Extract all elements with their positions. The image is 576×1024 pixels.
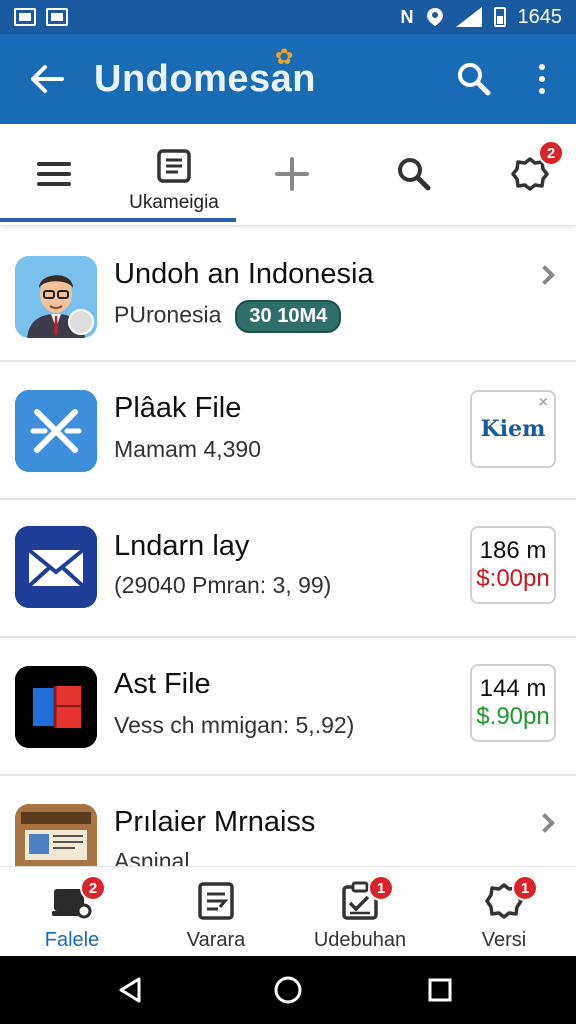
- system-home-button[interactable]: [238, 956, 338, 1024]
- price-button[interactable]: 144 m $.90pn: [470, 664, 556, 742]
- list-item[interactable]: Ast File Vess ch mmigan: 5,.92) 144 m $.…: [0, 638, 576, 776]
- system-nav-bar: [0, 956, 576, 1024]
- nav-item-falele[interactable]: 2 Falele: [0, 867, 144, 957]
- item-title: Plâak File: [114, 392, 242, 424]
- nav-badge: 1: [368, 875, 394, 901]
- nav-label: Varara: [186, 929, 246, 951]
- status-bar: N 1645: [0, 0, 576, 34]
- price-size: 144 m: [479, 675, 547, 702]
- nav-item-versi[interactable]: 1 Versi: [432, 867, 576, 957]
- nav-badge: 2: [80, 875, 106, 901]
- gallery-icon: [46, 8, 68, 26]
- kiem-button[interactable]: Kiem ×: [470, 390, 556, 468]
- item-subtitle: Vess ch mmigan: 5,.92): [114, 712, 355, 738]
- location-icon: [426, 8, 443, 26]
- add-button[interactable]: [256, 126, 328, 222]
- item-title: Prılaier Mrnaiss: [114, 806, 316, 838]
- document-icon: [198, 882, 234, 920]
- app-title: Undomesan ✿: [94, 43, 316, 100]
- chevron-right-icon: [535, 265, 555, 285]
- item-subtitle: PUronesia 30 10M4: [114, 300, 342, 333]
- item-pill: 30 10M4: [235, 300, 342, 333]
- document-icon: [157, 149, 191, 183]
- system-back-button[interactable]: [80, 956, 180, 1024]
- app-icon: [15, 804, 97, 866]
- back-button[interactable]: [0, 34, 94, 124]
- person-icon: [15, 256, 97, 338]
- close-icon[interactable]: ×: [539, 394, 548, 412]
- item-title: Lndarn lay: [114, 530, 250, 562]
- nfc-icon: N: [400, 6, 414, 27]
- settings-button[interactable]: 2: [494, 126, 566, 222]
- nav-label: Versi: [481, 929, 527, 951]
- item-subtitle: Asninal: [114, 848, 190, 866]
- nav-item-varara[interactable]: Varara: [144, 867, 288, 957]
- nav-label: Udebuhan: [313, 929, 407, 951]
- chevron-right-icon: [535, 813, 555, 833]
- arrow-left-icon: [31, 65, 64, 93]
- notification-icon: [14, 8, 36, 26]
- item-title: Ast File: [114, 668, 211, 700]
- more-vert-icon: [539, 64, 545, 94]
- tools-icon: [15, 390, 97, 472]
- item-subtitle: Mamam 4,390: [114, 436, 262, 462]
- list-item[interactable]: Lndarn lay (29040 Pmran: 3, 99) 186 m $:…: [0, 500, 576, 638]
- status-time: 1645: [517, 5, 563, 28]
- list-item[interactable]: Plâak File Mamam 4,390 Kiem ×: [0, 362, 576, 500]
- circle-home-icon: [274, 976, 302, 1004]
- app-icon: [15, 390, 97, 472]
- nav-label: Falele: [44, 929, 100, 951]
- tab-indicator: [0, 218, 236, 222]
- triangle-back-icon: [119, 977, 141, 1003]
- toolbar-search-button[interactable]: [378, 126, 450, 222]
- windows-icon: [15, 666, 97, 748]
- price-value: $:00pn: [476, 565, 550, 592]
- flower-icon: ✿: [275, 43, 294, 69]
- list-item[interactable]: Undoh an Indonesia PUronesia 30 10M4: [0, 232, 576, 362]
- battery-icon: [493, 7, 506, 27]
- mail-icon: [15, 526, 97, 608]
- signal-icon: [455, 7, 482, 27]
- search-button[interactable]: [440, 34, 508, 124]
- tab-ukameigia[interactable]: Ukameigia: [104, 126, 244, 222]
- bottom-nav: 2 Falele Varara 1 Udebuhan 1 Versi: [0, 866, 576, 956]
- app-bar: Undomesan ✿: [0, 34, 576, 124]
- app-icon: [15, 526, 97, 608]
- system-recents-button[interactable]: [390, 956, 490, 1024]
- menu-button[interactable]: [18, 126, 90, 222]
- search-icon: [458, 63, 491, 96]
- price-button[interactable]: 186 m $:00pn: [470, 526, 556, 604]
- app-icon: [15, 666, 97, 748]
- toolbar: Ukameigia 2: [0, 126, 576, 226]
- overflow-menu-button[interactable]: [508, 34, 576, 124]
- price-value: $.90pn: [476, 703, 550, 730]
- nav-item-udebuhan[interactable]: 1 Udebuhan: [288, 867, 432, 957]
- plus-icon: [275, 157, 309, 191]
- search-icon: [398, 158, 431, 191]
- notification-badge: 2: [538, 140, 564, 166]
- menu-icon: [37, 162, 71, 186]
- list-item[interactable]: Prılaier Mrnaiss Asninal: [0, 776, 576, 866]
- square-recents-icon: [428, 978, 452, 1002]
- avatar: [15, 256, 97, 338]
- item-subtitle: (29040 Pmran: 3, 99): [114, 572, 332, 598]
- tab-label: Ukameigia: [129, 192, 219, 213]
- poster-icon: [15, 804, 97, 866]
- item-title: Undoh an Indonesia: [114, 258, 374, 290]
- nav-badge: 1: [512, 875, 538, 901]
- price-size: 186 m: [479, 537, 547, 564]
